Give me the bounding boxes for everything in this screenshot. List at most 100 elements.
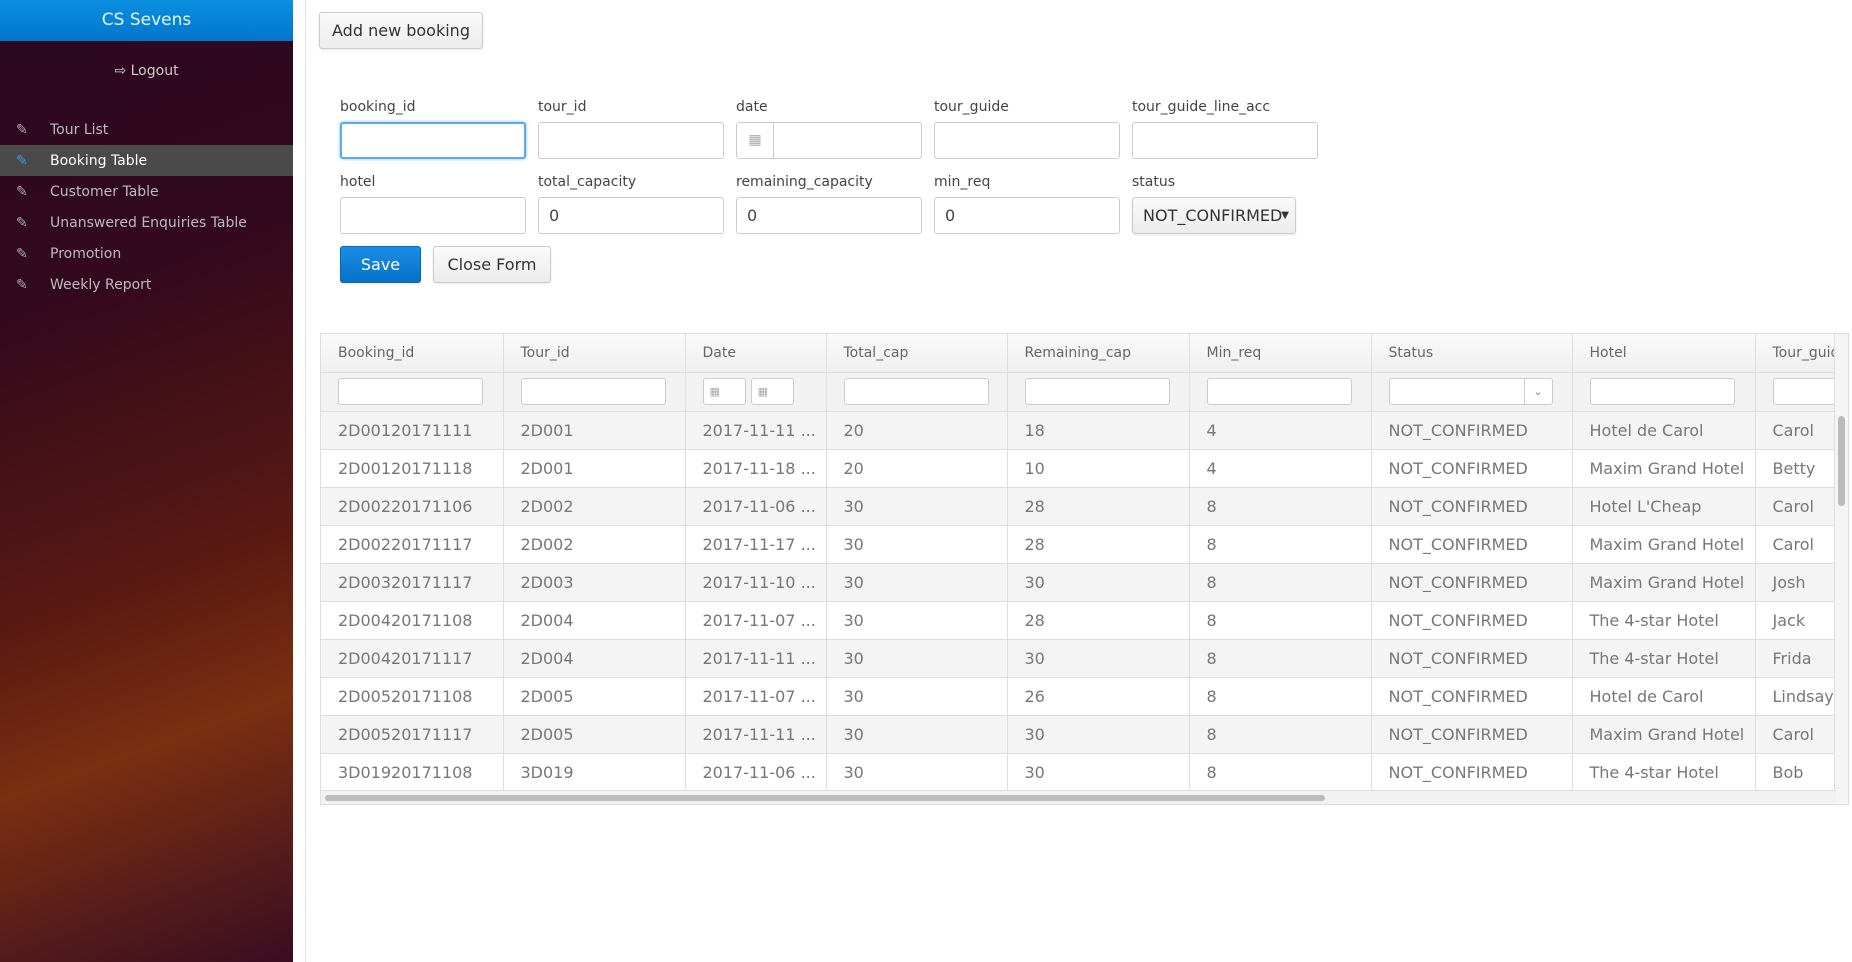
sidebar-item-unanswered-enquiries-table[interactable]: ✎ Unanswered Enquiries Table <box>0 207 293 238</box>
column-header-status[interactable]: Status <box>1371 334 1573 373</box>
cell-hotel: Hotel L'Cheap <box>1572 487 1756 526</box>
cell-date: 2017-11-10 ... <box>685 563 827 602</box>
cell-min_req: 8 <box>1189 753 1372 792</box>
horizontal-scrollbar[interactable] <box>321 790 1836 804</box>
close-form-button[interactable]: Close Form <box>433 246 551 283</box>
column-header-tour_guid[interactable]: Tour_guid <box>1755 334 1837 373</box>
hotel-input[interactable] <box>340 197 526 234</box>
cell-tour_guid: Bob <box>1755 753 1837 792</box>
table-row[interactable]: 2D00120171118 2D001 2017-11-18 ... 20 10 4 NOT… <box>321 449 1837 488</box>
status-select[interactable]: NOT_CONFIRMED ▼ <box>1132 197 1296 234</box>
date-from-filter[interactable]: ▦ <box>702 378 746 405</box>
remaining-capacity-input[interactable] <box>736 197 922 234</box>
booking_id-filter-input[interactable] <box>338 378 483 405</box>
table-row[interactable]: 2D00520171117 2D005 2017-11-11 ... 30 30 8 NOT… <box>321 715 1837 754</box>
logout-label: Logout <box>130 63 179 79</box>
table-row[interactable]: 2D00420171117 2D004 2017-11-11 ... 30 30 8 NOT… <box>321 639 1837 678</box>
cell-hotel: Maxim Grand Hotel <box>1572 563 1756 602</box>
filter-row: ▦ ▦ ⌄ <box>321 372 1837 412</box>
tour-guide-line-acc-label: tour_guide_line_acc <box>1132 99 1271 115</box>
cell-total_cap: 30 <box>826 487 1008 526</box>
vertical-scroll-thumb[interactable] <box>1838 416 1845 506</box>
table-row[interactable]: 2D00220171106 2D002 2017-11-06 ... 30 28 8 NOT… <box>321 487 1837 526</box>
cell-booking_id: 2D00120171111 <box>321 411 504 450</box>
table-row[interactable]: 2D00120171111 2D001 2017-11-11 ... 20 18 4 NOT… <box>321 411 1837 450</box>
edit-icon: ✎ <box>16 183 28 200</box>
column-header-total_cap[interactable]: Total_cap <box>826 334 1008 373</box>
table-row[interactable]: 2D00420171108 2D004 2017-11-07 ... 30 28 8 NOT… <box>321 601 1837 640</box>
tour-id-input[interactable] <box>538 122 724 159</box>
sidebar-item-tour-list[interactable]: ✎ Tour List <box>0 114 293 145</box>
tour-guide-line-acc-input[interactable] <box>1132 122 1318 159</box>
sidebar-item-weekly-report[interactable]: ✎ Weekly Report <box>0 269 293 300</box>
min-req-input[interactable] <box>934 197 1120 234</box>
cell-booking_id: 2D00320171117 <box>321 563 504 602</box>
cell-hotel: The 4-star Hotel <box>1572 639 1756 678</box>
remaining_cap-filter-input[interactable] <box>1024 378 1170 405</box>
cell-status: NOT_CONFIRMED <box>1371 487 1573 526</box>
cell-date: 2017-11-11 ... <box>685 411 827 450</box>
vertical-scrollbar[interactable] <box>1834 334 1848 804</box>
add-new-booking-button[interactable]: Add new booking <box>319 12 483 49</box>
cell-remaining_cap: 30 <box>1007 753 1190 792</box>
edit-icon: ✎ <box>16 276 28 293</box>
cell-min_req: 8 <box>1189 677 1372 716</box>
save-button[interactable]: Save <box>340 246 421 283</box>
column-header-tour_id[interactable]: Tour_id <box>503 334 686 373</box>
tour-guide-input[interactable] <box>934 122 1120 159</box>
table-row[interactable]: 3D01920171108 3D019 2017-11-06 ... 30 30 8 NOT… <box>321 753 1837 792</box>
filter-cell <box>503 372 686 412</box>
filter-cell <box>826 372 1008 412</box>
cell-hotel: Maxim Grand Hotel <box>1572 715 1756 754</box>
cell-booking_id: 2D00520171117 <box>321 715 504 754</box>
horizontal-scroll-thumb[interactable] <box>325 795 1325 801</box>
date-to-filter[interactable]: ▦ <box>750 378 794 405</box>
table-row[interactable]: 2D00320171117 2D003 2017-11-10 ... 30 30 8 NOT… <box>321 563 1837 602</box>
total-capacity-input[interactable] <box>538 197 724 234</box>
cell-remaining_cap: 30 <box>1007 715 1190 754</box>
booking-id-input[interactable] <box>340 122 526 159</box>
filter-cell <box>1007 372 1190 412</box>
sidebar-item-customer-table[interactable]: ✎ Customer Table <box>0 176 293 207</box>
tour-guide-label: tour_guide <box>934 99 1009 115</box>
sidebar-item-promotion[interactable]: ✎ Promotion <box>0 238 293 269</box>
calendar-icon[interactable]: ▦ <box>737 123 774 158</box>
cell-remaining_cap: 18 <box>1007 411 1190 450</box>
tour_id-filter-input[interactable] <box>520 378 666 405</box>
cell-min_req: 8 <box>1189 525 1372 564</box>
cell-tour_id: 2D004 <box>503 601 686 640</box>
logout-icon: ⇨ <box>114 63 131 79</box>
date-input[interactable]: ▦ <box>736 122 922 159</box>
edit-icon: ✎ <box>16 245 28 262</box>
cell-status: NOT_CONFIRMED <box>1371 753 1573 792</box>
table-row[interactable]: 2D00220171117 2D002 2017-11-17 ... 30 28 8 NOT… <box>321 525 1837 564</box>
logout-link[interactable]: ⇨ Logout <box>0 63 293 79</box>
main-content: Add new booking booking_id tour_id date … <box>305 0 1852 962</box>
cell-tour_id: 2D002 <box>503 525 686 564</box>
cell-total_cap: 30 <box>826 601 1008 640</box>
sidebar-item-booking-table[interactable]: ✎ Booking Table <box>0 145 293 176</box>
min_req-filter-input[interactable] <box>1206 378 1352 405</box>
column-header-remaining_cap[interactable]: Remaining_cap <box>1007 334 1190 373</box>
table-row[interactable]: 2D00520171108 2D005 2017-11-07 ... 30 26 8 NOT… <box>321 677 1837 716</box>
cell-remaining_cap: 28 <box>1007 525 1190 564</box>
cell-status: NOT_CONFIRMED <box>1371 677 1573 716</box>
cell-booking_id: 3D01920171108 <box>321 753 504 792</box>
edit-icon: ✎ <box>16 121 28 138</box>
status-filter-select[interactable]: ⌄ <box>1388 378 1553 405</box>
cell-booking_id: 2D00120171118 <box>321 449 504 488</box>
column-header-date[interactable]: Date <box>685 334 827 373</box>
cell-hotel: The 4-star Hotel <box>1572 753 1756 792</box>
total_cap-filter-input[interactable] <box>843 378 989 405</box>
cell-tour_id: 2D001 <box>503 411 686 450</box>
cell-date: 2017-11-07 ... <box>685 601 827 640</box>
cell-remaining_cap: 30 <box>1007 639 1190 678</box>
hotel-filter-input[interactable] <box>1589 378 1735 405</box>
cell-remaining_cap: 10 <box>1007 449 1190 488</box>
column-header-hotel[interactable]: Hotel <box>1572 334 1756 373</box>
cell-status: NOT_CONFIRMED <box>1371 715 1573 754</box>
hotel-label: hotel <box>340 174 376 190</box>
tour_guid-filter-input[interactable] <box>1772 378 1835 405</box>
column-header-booking_id[interactable]: Booking_id <box>321 334 504 373</box>
column-header-min_req[interactable]: Min_req <box>1189 334 1372 373</box>
